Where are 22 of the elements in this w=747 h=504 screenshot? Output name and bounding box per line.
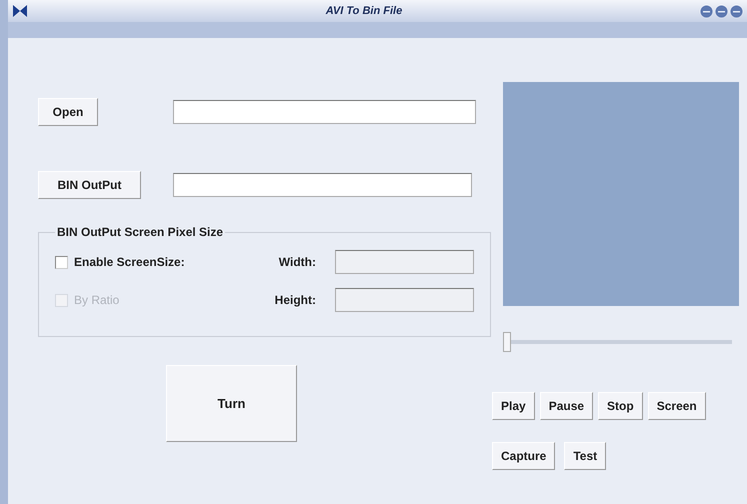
- width-label: Width:: [278, 255, 316, 269]
- action-button[interactable]: Test: [564, 442, 606, 470]
- input-field[interactable]: [173, 100, 476, 124]
- window-control-icon[interactable]: [715, 4, 728, 18]
- player-button[interactable]: Screen: [648, 392, 706, 420]
- height-label: Height:: [274, 293, 316, 307]
- app-icon: [12, 4, 28, 18]
- output-button[interactable]: BIN OutPut: [38, 171, 141, 199]
- player-button[interactable]: Pause: [540, 392, 594, 420]
- player-button[interactable]: Play: [492, 392, 535, 420]
- turn-button[interactable]: Turn: [166, 365, 297, 442]
- group-title: BIN OutPut Screen Pixel Size: [56, 225, 224, 239]
- enable-checkbox[interactable]: Enable ScreenSize:: [55, 255, 237, 269]
- slider-thumb[interactable]: [503, 332, 511, 352]
- input-field[interactable]: [173, 173, 472, 197]
- window-title: AVI To Bin File: [324, 5, 404, 17]
- window-control-icon[interactable]: [730, 4, 743, 18]
- window-control-icon[interactable]: [700, 4, 713, 18]
- open-button[interactable]: Open: [38, 98, 98, 126]
- slider[interactable]: [503, 332, 732, 352]
- player-button[interactable]: Stop: [598, 392, 643, 420]
- action-button[interactable]: Capture: [492, 442, 556, 470]
